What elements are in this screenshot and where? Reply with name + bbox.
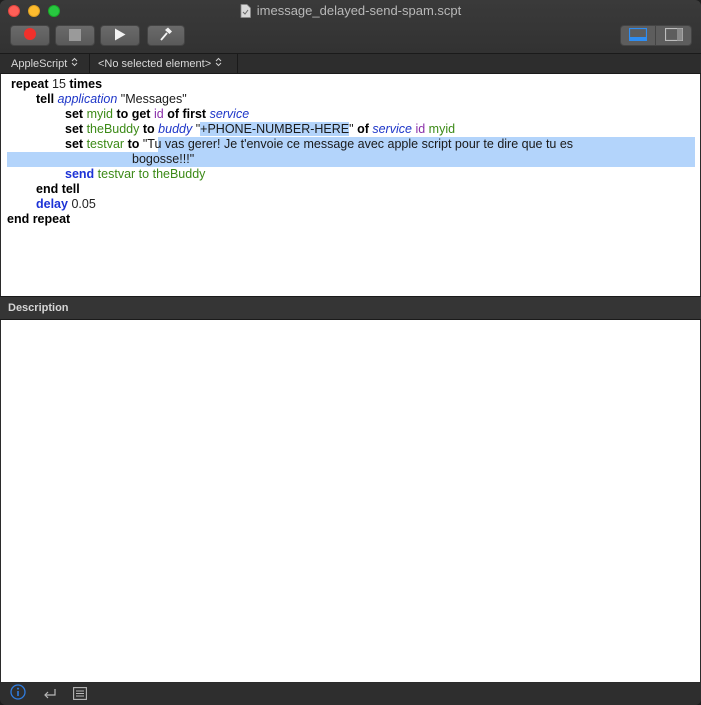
code-line: set testvar to "Tu vas gerer! Je t'envoi… <box>65 137 574 151</box>
show-sidebar-icon <box>664 26 683 45</box>
return-icon <box>43 685 57 704</box>
info-button[interactable] <box>10 684 26 704</box>
hammer-icon <box>159 26 173 45</box>
record-button[interactable] <box>10 25 50 46</box>
stop-icon <box>69 26 81 45</box>
nav-divider <box>237 54 238 74</box>
code-line: send testvar to theBuddy <box>65 167 206 181</box>
stop-button[interactable] <box>55 25 95 46</box>
window-title-area: imessage_delayed-send-spam.scpt <box>0 3 701 21</box>
run-button[interactable] <box>100 25 140 46</box>
list-icon <box>73 685 87 704</box>
code-line: set myid to get id of first service <box>65 107 250 121</box>
code-line: delay 0.05 <box>36 197 96 211</box>
view-toggle <box>620 25 692 46</box>
play-icon <box>114 26 126 45</box>
code-line: repeat 15 times <box>11 77 103 91</box>
description-header: Description <box>0 296 701 320</box>
code-line: end tell <box>36 182 80 196</box>
code-line: set theBuddy to buddy "+PHONE-NUMBER-HER… <box>65 122 456 136</box>
show-sidebar-button[interactable] <box>656 26 691 45</box>
updown-chevron-icon <box>215 57 222 70</box>
language-popup[interactable]: AppleScript <box>11 57 78 70</box>
code-line: end repeat <box>7 212 71 226</box>
compile-button[interactable] <box>147 25 185 46</box>
result-button[interactable] <box>42 686 58 702</box>
code-line: tell application "Messages" <box>36 92 187 106</box>
script-document-icon <box>240 4 251 21</box>
text-selection <box>7 152 695 167</box>
title-toolbar: imessage_delayed-send-spam.scpt <box>0 0 701 54</box>
window-title: imessage_delayed-send-spam.scpt <box>256 3 462 18</box>
navigation-bar: AppleScript <No selected element> <box>0 54 701 74</box>
record-icon <box>23 26 37 45</box>
script-editor-window: imessage_delayed-send-spam.scpt AppleScr… <box>0 0 701 705</box>
log-button[interactable] <box>72 686 88 702</box>
info-icon <box>10 684 26 704</box>
updown-chevron-icon <box>71 57 78 70</box>
show-bottom-pane-icon <box>628 26 648 45</box>
code-line: bogosse!!!" <box>132 152 195 166</box>
show-bottom-pane-button[interactable] <box>621 26 656 45</box>
nav-divider <box>89 54 90 74</box>
bottom-bar <box>0 683 701 705</box>
language-label: AppleScript <box>11 57 68 70</box>
element-popup[interactable]: <No selected element> <box>98 57 222 70</box>
description-text-area[interactable] <box>1 320 700 682</box>
script-editor[interactable]: repeat 15 times tell application "Messag… <box>1 74 700 296</box>
element-label: <No selected element> <box>98 57 212 70</box>
